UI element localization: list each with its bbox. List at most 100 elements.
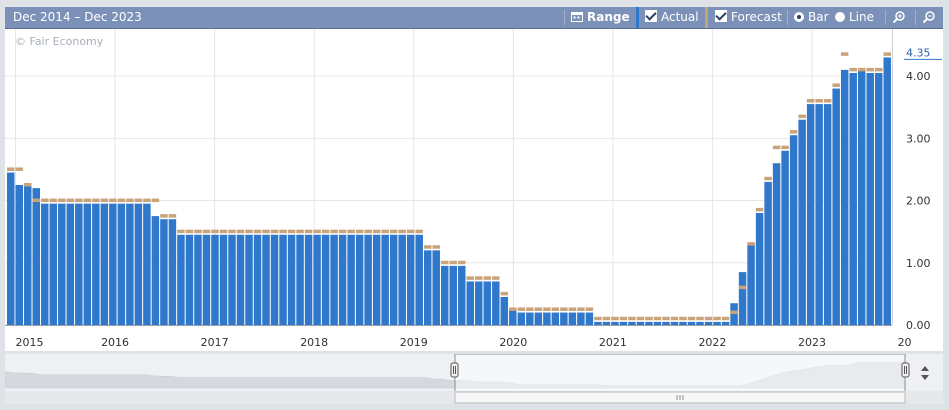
forecast-marker[interactable] <box>228 229 236 234</box>
forecast-marker[interactable] <box>134 198 143 203</box>
forecast-marker[interactable] <box>840 52 849 56</box>
actual-bar[interactable] <box>874 73 883 325</box>
forecast-marker[interactable] <box>313 229 321 234</box>
forecast-marker[interactable] <box>58 198 66 203</box>
actual-bar[interactable] <box>721 321 730 325</box>
forecast-marker[interactable] <box>815 99 823 103</box>
actual-bar[interactable] <box>109 203 117 325</box>
forecast-marker[interactable] <box>611 316 619 321</box>
actual-bar[interactable] <box>296 234 304 325</box>
forecast-marker[interactable] <box>202 229 211 234</box>
forecast-marker[interactable] <box>568 307 577 311</box>
forecast-marker[interactable] <box>636 316 645 321</box>
forecast-marker[interactable] <box>560 307 568 311</box>
actual-bar[interactable] <box>560 312 568 325</box>
actual-bar[interactable] <box>440 265 449 325</box>
forecast-marker[interactable] <box>832 83 840 87</box>
actual-bar[interactable] <box>126 203 134 325</box>
actual-bar[interactable] <box>423 250 432 325</box>
actual-bar[interactable] <box>840 69 849 325</box>
actual-bar[interactable] <box>517 312 526 325</box>
zoom-out-button[interactable] <box>922 7 936 28</box>
actual-bar[interactable] <box>789 135 798 325</box>
actual-bar[interactable] <box>594 321 602 325</box>
forecast-marker[interactable] <box>806 99 815 103</box>
forecast-marker[interactable] <box>109 198 117 203</box>
actual-bar[interactable] <box>177 234 185 325</box>
forecast-marker[interactable] <box>730 310 738 315</box>
forecast-toggle[interactable]: Forecast <box>715 7 782 28</box>
forecast-marker[interactable] <box>551 307 560 311</box>
forecast-marker[interactable] <box>798 114 806 119</box>
forecast-marker[interactable] <box>279 229 287 234</box>
forecast-marker[interactable] <box>304 229 313 234</box>
actual-bar[interactable] <box>330 234 338 325</box>
forecast-marker[interactable] <box>449 260 457 265</box>
bar-radio[interactable] <box>794 12 804 22</box>
actual-bar[interactable] <box>704 321 713 325</box>
actual-bar[interactable] <box>270 234 279 325</box>
actual-bar[interactable] <box>449 265 457 325</box>
bar-mode-option[interactable]: Bar <box>794 7 829 28</box>
actual-bar[interactable] <box>355 234 364 325</box>
actual-bar[interactable] <box>202 234 211 325</box>
actual-bar[interactable] <box>381 234 389 325</box>
forecast-marker[interactable] <box>440 260 449 265</box>
forecast-marker[interactable] <box>211 229 219 234</box>
actual-bar[interactable] <box>611 321 619 325</box>
forecast-marker[interactable] <box>245 229 253 234</box>
actual-toggle[interactable]: Actual <box>645 7 699 28</box>
actual-bar[interactable] <box>764 181 772 325</box>
actual-bar[interactable] <box>151 216 160 325</box>
forecast-marker[interactable] <box>49 198 58 203</box>
actual-bar[interactable] <box>577 312 585 325</box>
forecast-marker[interactable] <box>755 207 764 212</box>
forecast-marker[interactable] <box>670 316 679 321</box>
actual-bar[interactable] <box>32 188 41 325</box>
actual-bar[interactable] <box>568 312 577 325</box>
actual-bar[interactable] <box>41 203 49 325</box>
forecast-checkbox[interactable] <box>715 10 727 22</box>
forecast-marker[interactable] <box>475 276 483 280</box>
actual-bar[interactable] <box>645 321 653 325</box>
actual-bar[interactable] <box>134 203 143 325</box>
forecast-marker[interactable] <box>287 229 296 234</box>
forecast-marker[interactable] <box>160 214 168 218</box>
actual-bar[interactable] <box>713 321 721 325</box>
left-handle[interactable] <box>450 362 459 378</box>
actual-bar[interactable] <box>832 88 840 325</box>
forecast-marker[interactable] <box>645 316 653 321</box>
forecast-marker[interactable] <box>679 316 687 321</box>
actual-bar[interactable] <box>798 119 806 326</box>
actual-bar[interactable] <box>15 185 23 325</box>
forecast-marker[interactable] <box>602 316 611 321</box>
forecast-marker[interactable] <box>857 67 866 72</box>
actual-bar[interactable] <box>458 265 466 325</box>
forecast-marker[interactable] <box>32 198 41 203</box>
actual-bar[interactable] <box>483 281 492 325</box>
forecast-marker[interactable] <box>92 198 100 203</box>
forecast-marker[interactable] <box>338 229 347 234</box>
forecast-marker[interactable] <box>747 242 755 246</box>
actual-bar[interactable] <box>866 73 874 325</box>
forecast-marker[interactable] <box>883 52 891 56</box>
forecast-marker[interactable] <box>117 198 126 203</box>
actual-bar[interactable] <box>338 234 347 325</box>
actual-bar[interactable] <box>49 203 58 325</box>
actual-bar[interactable] <box>92 203 100 325</box>
forecast-marker[interactable] <box>653 316 662 321</box>
range-navigator[interactable] <box>4 353 943 405</box>
forecast-marker[interactable] <box>126 198 134 203</box>
actual-bar[interactable] <box>747 244 755 325</box>
actual-bar[interactable] <box>236 234 245 325</box>
actual-checkbox[interactable] <box>645 10 657 22</box>
forecast-marker[interactable] <box>543 307 551 311</box>
forecast-marker[interactable] <box>619 316 628 321</box>
actual-bar[interactable] <box>636 321 645 325</box>
actual-bar[interactable] <box>551 312 560 325</box>
actual-bar[interactable] <box>653 321 662 325</box>
actual-bar[interactable] <box>543 312 551 325</box>
actual-bar[interactable] <box>628 321 636 325</box>
actual-bar[interactable] <box>347 234 355 325</box>
forecast-marker[interactable] <box>389 229 398 234</box>
